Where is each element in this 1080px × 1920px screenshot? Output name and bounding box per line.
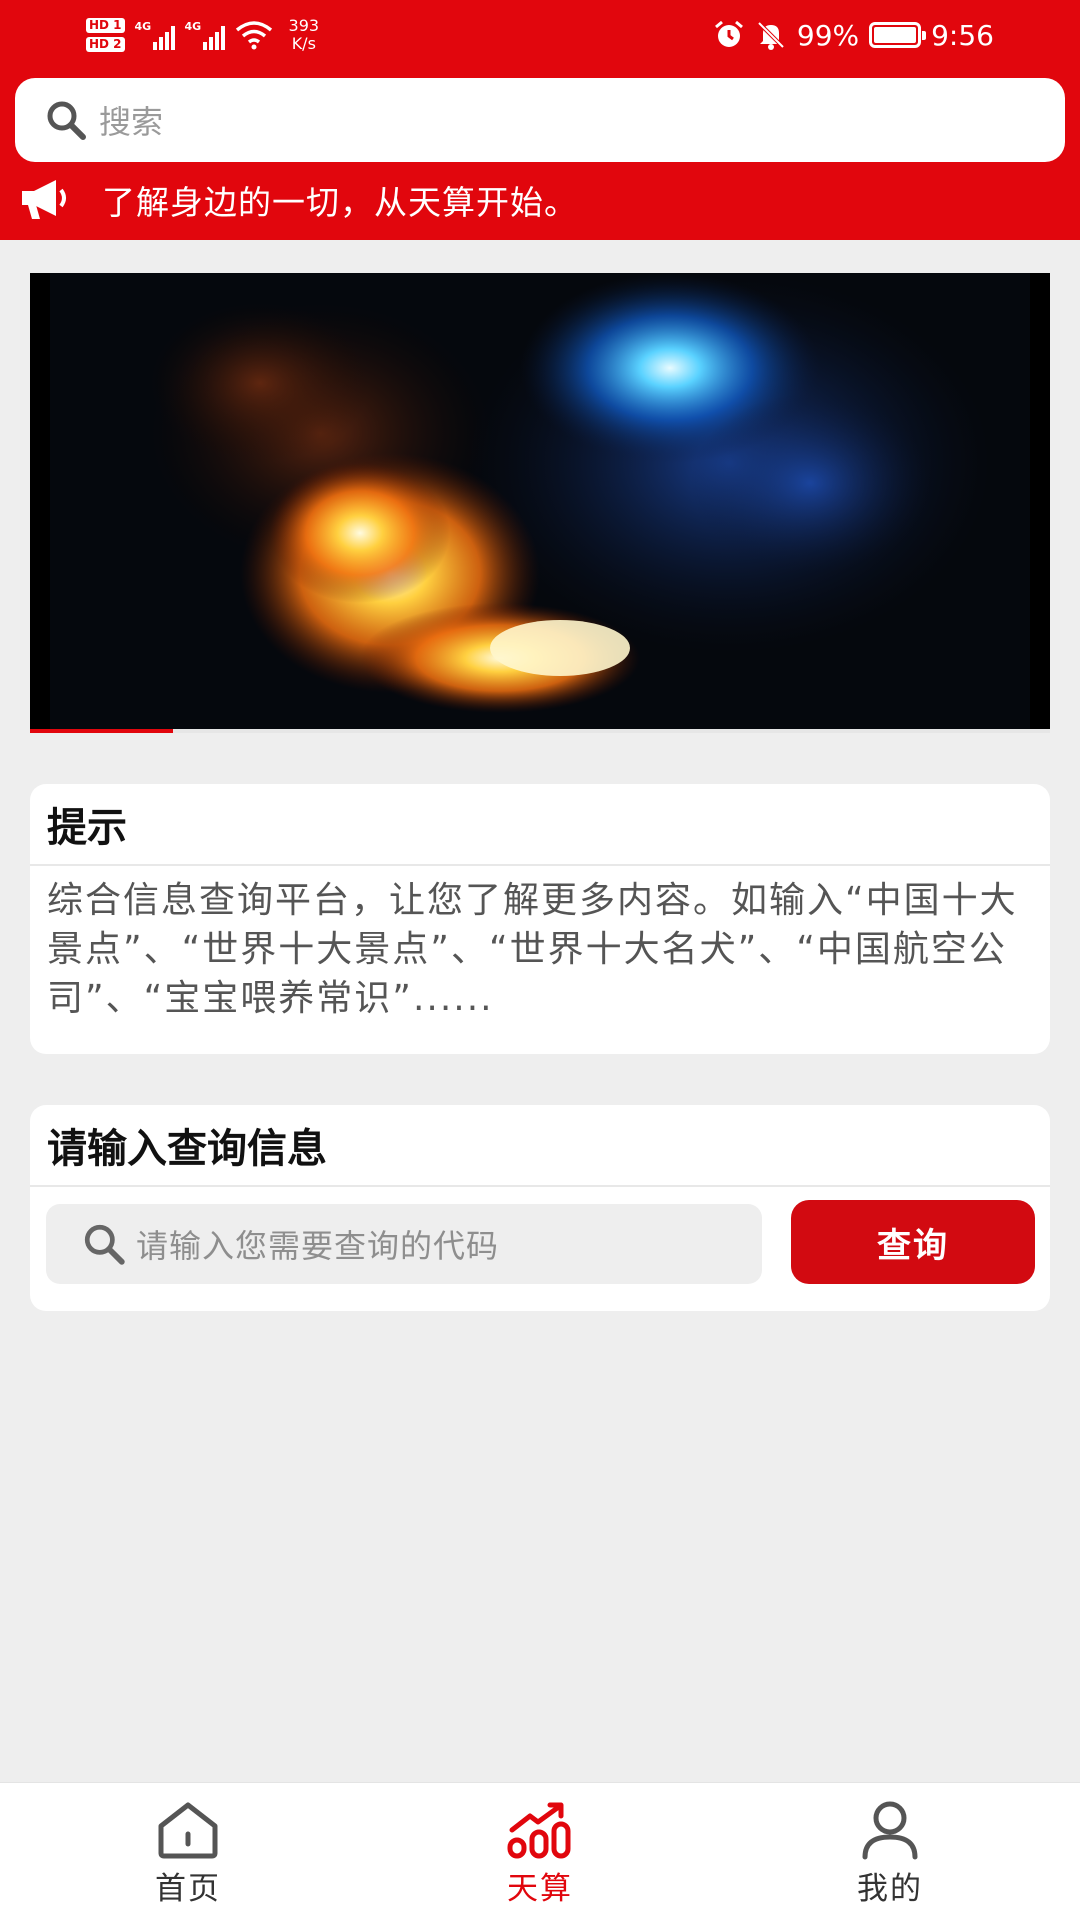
search-icon [47,101,86,140]
video-letterbox-right [1030,273,1050,729]
video-progress-fill [30,729,173,733]
chart-growth-icon [507,1802,571,1859]
tab-mine[interactable]: 我的 [790,1783,990,1920]
video-progress-bar[interactable] [30,729,1050,733]
network-type-1: 4G [134,20,152,33]
person-icon [862,1801,918,1860]
search-icon [84,1224,125,1265]
fire-smoke-image [30,273,1050,729]
query-button[interactable]: 查询 [791,1200,1035,1284]
battery-icon [869,22,927,48]
home-icon [158,1802,218,1859]
status-right: 99% 9:56 [713,12,994,58]
search-placeholder: 搜索 [99,103,164,141]
query-card: 请输入查询信息 请输入您需要查询的代码 查询 [30,1105,1050,1311]
hd-badge-1: HD 1 [86,18,125,33]
alarm-icon [714,20,743,47]
query-input-placeholder: 请输入您需要查询的代码 [136,1227,500,1265]
query-input[interactable]: 请输入您需要查询的代码 [46,1204,762,1284]
clock: 9:56 [931,18,994,52]
status-bar: HD 1 HD 2 4G 4G 393 K/s 99% 9:56 [0,0,1080,70]
tab-tiansuan-label: 天算 [507,1871,573,1907]
signal-icon-1: 4G [135,20,175,50]
search-bar[interactable]: 搜索 [15,78,1065,162]
hd-badges: HD 1 HD 2 [86,18,125,52]
signal-icon-2: 4G [185,20,225,50]
battery-percent: 99% [796,18,860,52]
header: HD 1 HD 2 4G 4G 393 K/s 99% 9:56 搜索 了解身边… [0,0,1080,240]
tab-mine-label: 我的 [857,1871,923,1907]
hd-badge-2: HD 2 [86,37,125,52]
bottom-tab-bar: 首页 天算 我的 [0,1782,1080,1920]
megaphone-icon [22,180,66,219]
tip-card: 提示 综合信息查询平台，让您了解更多内容。如输入“中国十大景点”、“世界十大景点… [30,784,1050,1054]
network-speed: 393 K/s [289,17,320,53]
tab-home[interactable]: 首页 [88,1783,288,1920]
app-screen: HD 1 HD 2 4G 4G 393 K/s 99% 9:56 搜索 了解身边… [0,0,1080,1920]
video-banner[interactable] [30,273,1050,729]
status-left: HD 1 HD 2 4G 4G 393 K/s [86,10,319,60]
query-card-title: 请输入查询信息 [30,1105,1050,1187]
mute-bell-icon [757,21,785,50]
query-row: 请输入您需要查询的代码 查询 [30,1187,1050,1311]
network-speed-value: 393 [288,16,320,35]
video-letterbox-left [30,273,50,729]
tip-card-body: 综合信息查询平台，让您了解更多内容。如输入“中国十大景点”、“世界十大景点”、“… [47,880,1018,1019]
tip-card-title: 提示 [30,784,1050,866]
network-type-2: 4G [184,20,202,33]
wifi-icon [235,21,272,50]
notice-text: 了解身边的一切，从天算开始。 [102,183,578,222]
tab-tiansuan[interactable]: 天算 [440,1783,640,1920]
tab-home-label: 首页 [155,1871,221,1907]
network-speed-unit: K/s [291,34,316,53]
notice-bar: 了解身边的一切，从天算开始。 [0,170,1080,230]
